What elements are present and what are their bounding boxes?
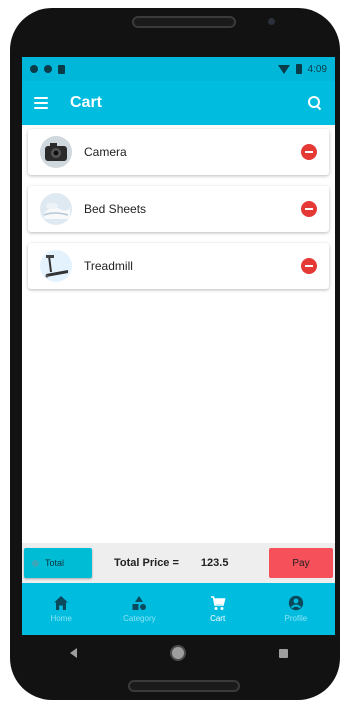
search-icon[interactable] bbox=[307, 95, 323, 111]
cart-item-bed-sheets[interactable]: Bed Sheets bbox=[28, 186, 329, 232]
status-icons-left bbox=[30, 64, 65, 74]
nav-label: Profile bbox=[284, 614, 308, 623]
remove-circle-icon[interactable] bbox=[301, 201, 317, 217]
settings-status-icon bbox=[30, 65, 38, 73]
camera-avatar bbox=[40, 136, 72, 168]
nav-label: Category bbox=[123, 614, 156, 623]
bed-sheets-avatar bbox=[40, 193, 72, 225]
treadmill-avatar bbox=[40, 250, 72, 282]
menu-icon[interactable] bbox=[34, 97, 48, 109]
category-icon bbox=[132, 596, 147, 610]
total-price-label: Total Price = bbox=[114, 557, 179, 569]
total-bar: Total Total Price = 123.5 Pay bbox=[22, 543, 335, 583]
battery-icon bbox=[295, 64, 302, 74]
total-price-value: 123.5 bbox=[200, 557, 229, 569]
nav-label: Cart bbox=[210, 614, 226, 623]
wifi-icon bbox=[277, 64, 290, 74]
nav-item-cart[interactable]: Cart bbox=[179, 583, 257, 635]
recents-icon[interactable] bbox=[278, 648, 288, 658]
pay-button[interactable]: Pay bbox=[269, 548, 333, 578]
nav-label: Home bbox=[50, 614, 72, 623]
nav-item-category[interactable]: Category bbox=[100, 583, 178, 635]
app-screen: 4:09 Cart Camera Bed Sheets Treadmill To… bbox=[22, 57, 335, 635]
app-bar: Cart bbox=[22, 81, 335, 125]
cart-item-name: Camera bbox=[84, 145, 127, 159]
status-time: 4:09 bbox=[307, 63, 327, 75]
system-home-icon[interactable] bbox=[171, 647, 184, 659]
nav-item-profile[interactable]: Profile bbox=[257, 583, 335, 635]
back-icon[interactable] bbox=[69, 648, 77, 658]
phone-frame: 4:09 Cart Camera Bed Sheets Treadmill To… bbox=[10, 8, 340, 700]
system-nav-bar bbox=[22, 635, 335, 671]
cart-list: Camera Bed Sheets Treadmill bbox=[22, 125, 335, 289]
nav-item-home[interactable]: Home bbox=[22, 583, 100, 635]
page-title: Cart bbox=[70, 94, 103, 111]
cart-item-name: Bed Sheets bbox=[84, 202, 147, 216]
notification-status-icon bbox=[44, 65, 52, 73]
status-bar: 4:09 bbox=[22, 57, 335, 81]
cart-item-treadmill[interactable]: Treadmill bbox=[28, 243, 329, 289]
total-button-label: Total bbox=[45, 558, 65, 568]
earpiece-speaker bbox=[132, 16, 236, 28]
bottom-nav: Home Category Cart Profile bbox=[22, 583, 335, 635]
remove-circle-icon[interactable] bbox=[301, 144, 317, 160]
status-icons-right: 4:09 bbox=[277, 63, 327, 75]
bottom-speaker bbox=[128, 680, 240, 692]
home-icon bbox=[54, 596, 69, 610]
total-indicator-icon bbox=[32, 559, 39, 567]
remove-circle-icon[interactable] bbox=[301, 258, 317, 274]
front-camera bbox=[268, 18, 275, 25]
cart-item-camera[interactable]: Camera bbox=[28, 129, 329, 175]
cart-item-name: Treadmill bbox=[84, 259, 133, 273]
total-button[interactable]: Total bbox=[24, 548, 92, 578]
sim-status-icon bbox=[58, 64, 65, 74]
profile-icon bbox=[288, 595, 304, 611]
cart-icon bbox=[210, 596, 226, 610]
